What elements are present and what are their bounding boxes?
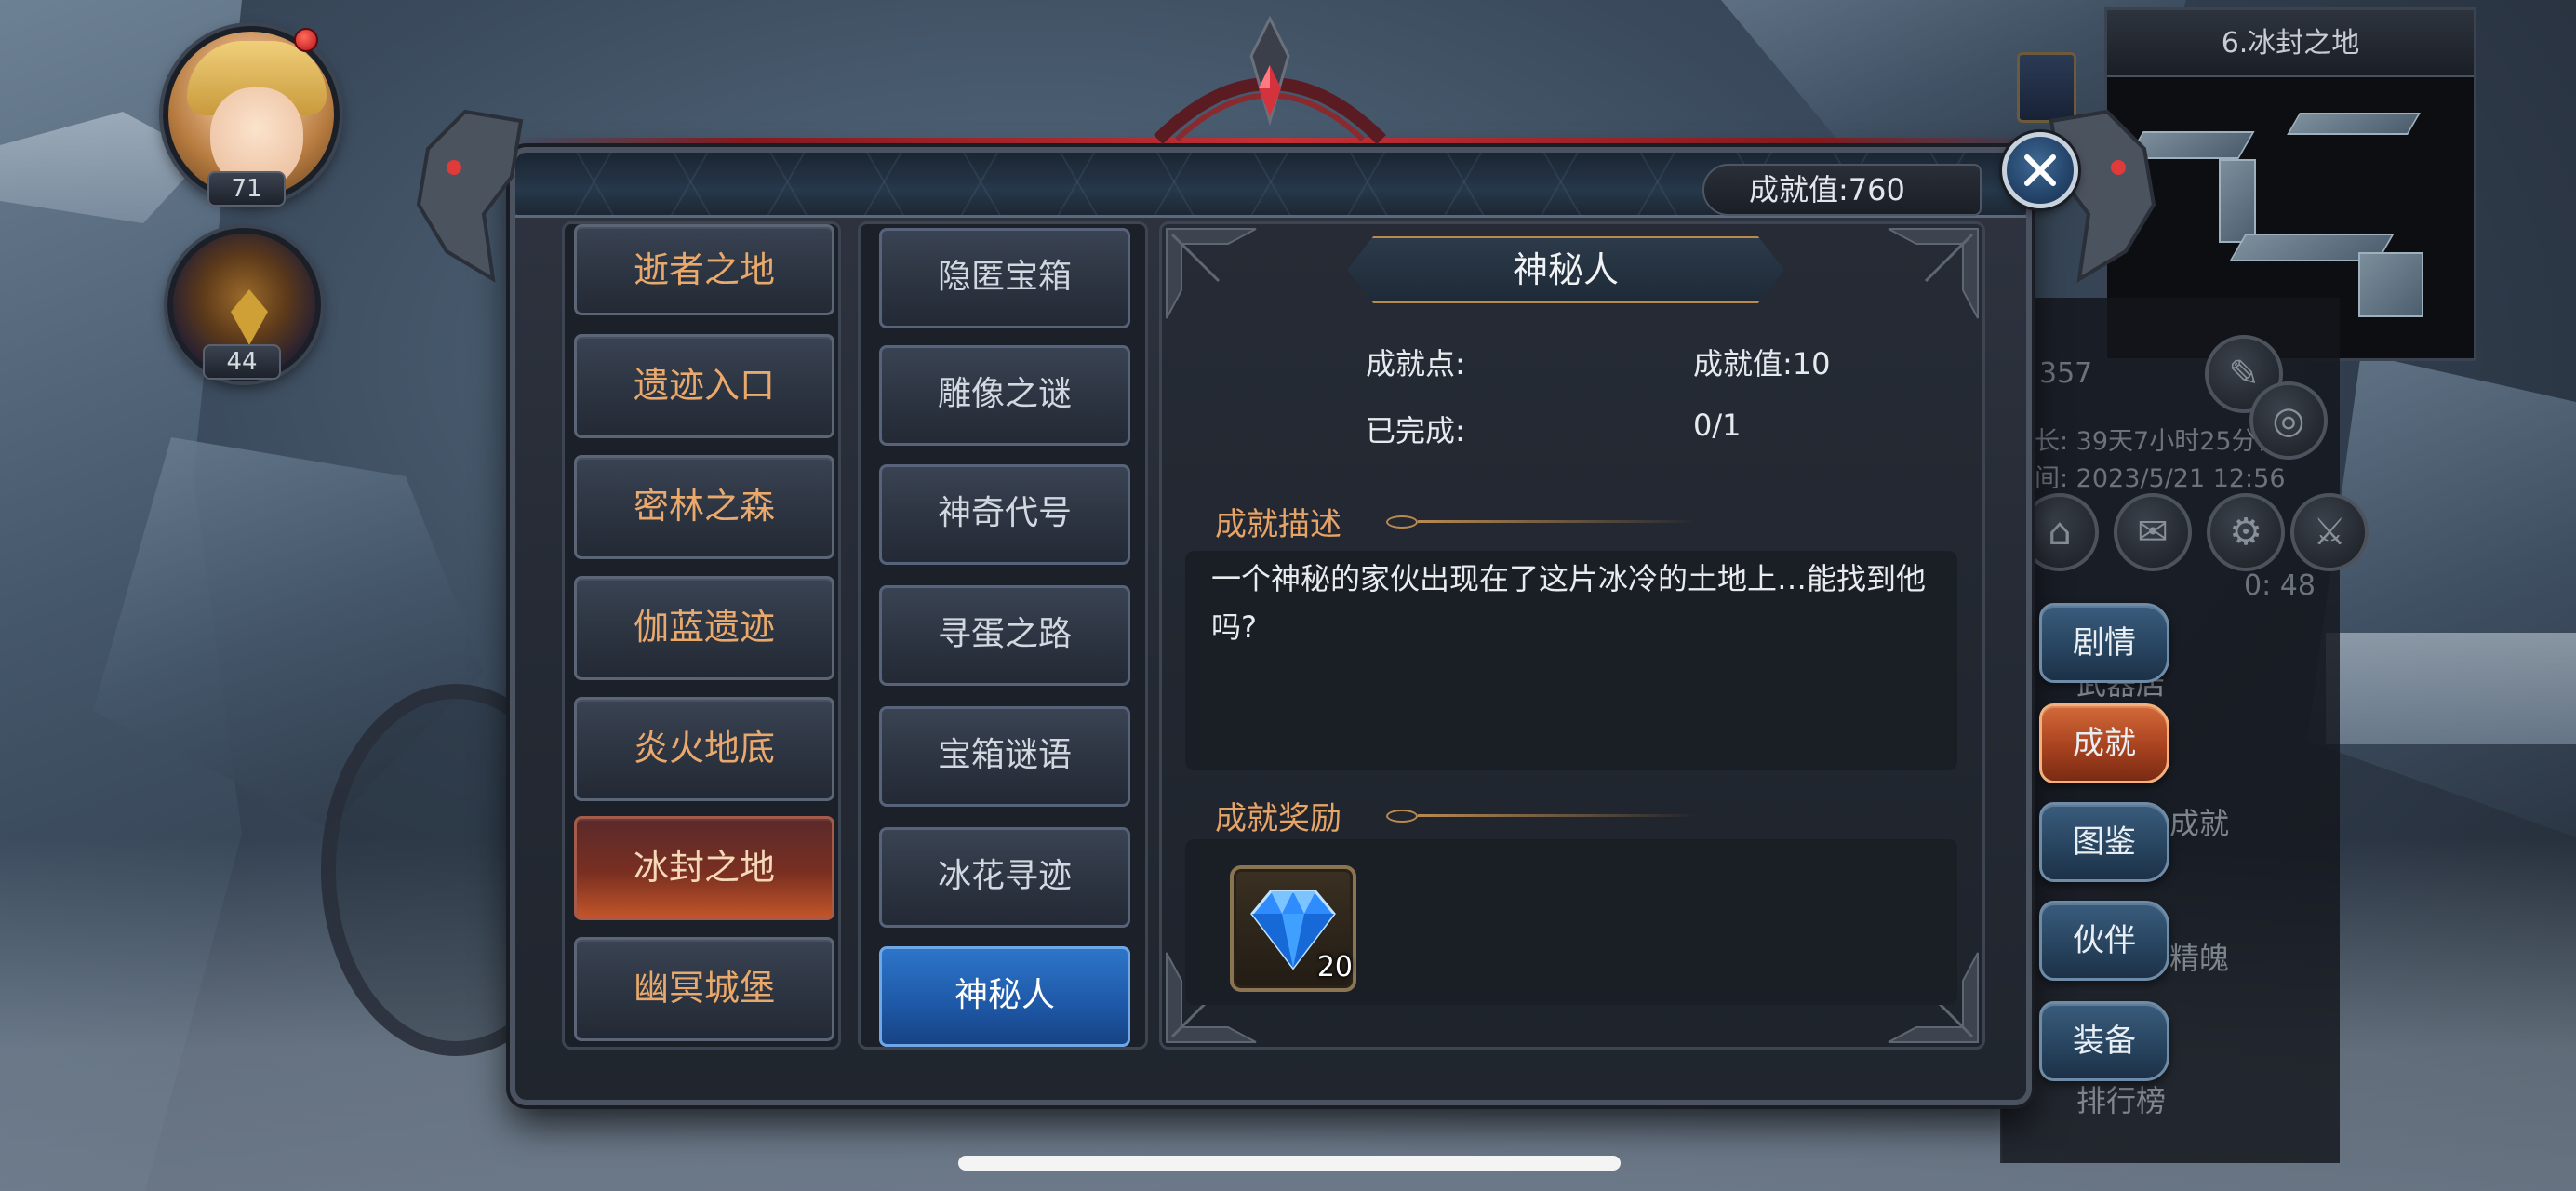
corner-ornament bbox=[1166, 228, 1257, 319]
tab-story[interactable]: 剧情 bbox=[2039, 603, 2169, 683]
heading-ornament bbox=[1386, 810, 1418, 823]
achievement-item[interactable]: 神奇代号 bbox=[879, 464, 1130, 565]
region-item[interactable]: 伽蓝遗迹 bbox=[574, 576, 834, 680]
achievement-item[interactable]: 隐匿宝箱 bbox=[879, 228, 1130, 328]
reward-count: 20 bbox=[1316, 951, 1353, 984]
detail-title: 神秘人 bbox=[1512, 249, 1619, 290]
heading-ornament bbox=[1386, 515, 1418, 529]
region-item-active[interactable]: 冰封之地 bbox=[574, 816, 834, 920]
behind-number: 357 bbox=[2039, 357, 2093, 390]
region-item[interactable]: 逝者之地 bbox=[574, 224, 834, 315]
achievement-item[interactable]: 冰花寻迹 bbox=[879, 827, 1130, 928]
minimap-title: 6.冰封之地 bbox=[2107, 10, 2474, 77]
behind-timer: 0: 48 bbox=[2244, 569, 2316, 602]
achievement-item[interactable]: 宝箱谜语 bbox=[879, 706, 1130, 807]
shop-icon[interactable]: ⌂ bbox=[2021, 493, 2099, 571]
close-icon bbox=[2024, 154, 2056, 186]
points-label: 成就点: bbox=[1366, 346, 1465, 381]
heading-line bbox=[1418, 520, 1697, 523]
swords-icon[interactable]: ⚔ bbox=[2290, 493, 2369, 571]
gear-icon[interactable]: ⚙ bbox=[2207, 493, 2285, 571]
mail-icon[interactable]: ✉ bbox=[2114, 493, 2192, 571]
corner-ornament bbox=[1888, 228, 1979, 319]
achievement-item-active[interactable]: 神秘人 bbox=[879, 946, 1130, 1047]
notification-dot bbox=[294, 28, 318, 52]
region-list: 逝者之地 遗迹入口 密林之森 伽蓝遗迹 炎火地底 冰封之地 幽冥城堡 bbox=[562, 221, 841, 1050]
region-item[interactable]: 幽冥城堡 bbox=[574, 937, 834, 1041]
region-item[interactable]: 密林之森 bbox=[574, 455, 834, 559]
pet-level-badge: 44 bbox=[203, 344, 281, 380]
tab-achievement[interactable]: 成就 bbox=[2039, 703, 2169, 783]
behind-rank-label: 排行榜 bbox=[2076, 1083, 2167, 1118]
reward-heading: 成就奖励 bbox=[1215, 800, 1341, 837]
behind-soul-label: 精魄 bbox=[2169, 941, 2230, 976]
achievement-item[interactable]: 雕像之谜 bbox=[879, 345, 1130, 446]
target-icon[interactable]: ◎ bbox=[2249, 381, 2328, 460]
heading-line bbox=[1418, 814, 1697, 817]
description-heading: 成就描述 bbox=[1215, 506, 1341, 543]
hero-level-badge: 71 bbox=[207, 171, 286, 207]
completed-value: 0/1 bbox=[1693, 408, 1742, 443]
tab-partner[interactable]: 伙伴 bbox=[2039, 901, 2169, 981]
achievement-list: 隐匿宝箱 雕像之谜 神奇代号 寻蛋之路 宝箱谜语 冰花寻迹 神秘人 bbox=[858, 221, 1148, 1050]
region-item[interactable]: 遗迹入口 bbox=[574, 334, 834, 438]
achievement-score: 成就值:760 bbox=[1702, 164, 1982, 216]
crest-ornament bbox=[1154, 15, 1386, 144]
behind-duration: 时长: 39天7小时25分钟 bbox=[2009, 427, 2282, 456]
behind-date: 时间: 2023/5/21 12:56 bbox=[2009, 464, 2286, 493]
tab-equipment[interactable]: 装备 bbox=[2039, 1001, 2169, 1081]
left-gargoyle-ornament bbox=[416, 109, 524, 283]
completed-label: 已完成: bbox=[1366, 413, 1465, 448]
behind-achieve-label: 成就 bbox=[2169, 806, 2230, 841]
description-text: 一个神秘的家伙出现在了这片冰冷的土地上…能找到他吗? bbox=[1211, 561, 1927, 645]
tab-codex[interactable]: 图鉴 bbox=[2039, 802, 2169, 882]
region-item[interactable]: 炎火地底 bbox=[574, 697, 834, 801]
home-indicator[interactable] bbox=[958, 1156, 1621, 1171]
close-button[interactable] bbox=[2002, 132, 2078, 208]
points-value: 成就值:10 bbox=[1693, 346, 1831, 381]
achievement-item[interactable]: 寻蛋之路 bbox=[879, 585, 1130, 686]
